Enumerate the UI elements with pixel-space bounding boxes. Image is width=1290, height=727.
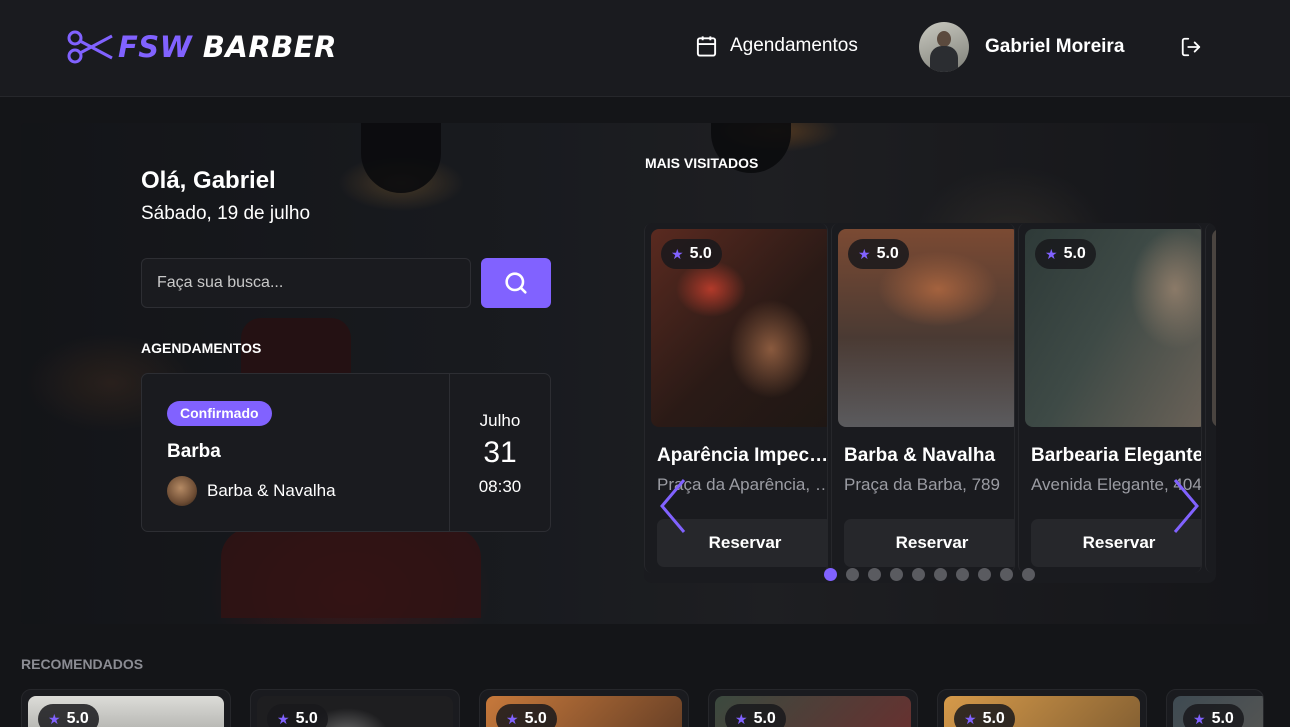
appointment-time: 08:30 xyxy=(478,477,522,496)
recommended-card[interactable]: ★ 5.0 xyxy=(479,689,689,727)
barbershop-image: ★ 5.0 xyxy=(651,229,827,427)
recommended-card[interactable]: ★ 5.0 xyxy=(708,689,918,727)
barbershop-image xyxy=(1212,229,1216,427)
appointment-day: 31 xyxy=(483,436,517,469)
barbershop-name: Barbearia Elegante xyxy=(1031,445,1202,466)
rating-value: 5.0 xyxy=(66,710,89,727)
rating-badge: ★ 5.0 xyxy=(267,704,328,727)
carousel-dot[interactable] xyxy=(890,568,903,581)
barbershop-image: ★ 5.0 xyxy=(838,229,1014,427)
star-icon: ★ xyxy=(858,245,871,262)
carousel-dot[interactable] xyxy=(1000,568,1013,581)
recommended-card[interactable]: ★ 5.0 xyxy=(1166,689,1264,727)
most-visited-title: MAIS VISITADOS xyxy=(645,155,759,171)
rating-value: 5.0 xyxy=(524,710,547,727)
header: FSW BARBER Agendamentos Gabriel Moreira xyxy=(0,0,1290,97)
calendar-icon xyxy=(696,36,717,57)
chevron-right-icon[interactable] xyxy=(1171,478,1201,534)
carousel-dot[interactable] xyxy=(978,568,991,581)
logo[interactable]: FSW BARBER xyxy=(66,28,337,66)
carousel-dot[interactable] xyxy=(824,568,837,581)
status-badge: Confirmado xyxy=(167,401,272,426)
search-button[interactable] xyxy=(481,258,551,308)
star-icon: ★ xyxy=(964,710,977,727)
star-icon: ★ xyxy=(671,245,684,262)
rating-value: 5.0 xyxy=(982,710,1005,727)
user-name: Gabriel Moreira xyxy=(985,36,1125,57)
logout-icon[interactable] xyxy=(1180,36,1202,58)
barbershop-card[interactable]: ★ 5.0 Barba & Navalha Praça da Barba, 789… xyxy=(831,223,1015,573)
carousel-dot[interactable] xyxy=(868,568,881,581)
star-icon: ★ xyxy=(1193,710,1206,727)
barbershop-name: Barba & Navalha xyxy=(844,445,996,466)
carousel-dot[interactable] xyxy=(934,568,947,581)
logo-text: FSW BARBER xyxy=(118,30,337,64)
barbershop-name: Aparência Impecável xyxy=(657,445,828,466)
avatar xyxy=(919,22,969,72)
recommended-title: RECOMENDADOS xyxy=(21,656,144,672)
scissors-icon xyxy=(67,30,113,64)
carousel-dot[interactable] xyxy=(912,568,925,581)
carousel-dot[interactable] xyxy=(1022,568,1035,581)
rating-badge: ★ 5.0 xyxy=(725,704,786,727)
carousel-dot[interactable] xyxy=(956,568,969,581)
barbershop-avatar xyxy=(167,476,197,506)
rating-badge: ★ 5.0 xyxy=(1183,704,1244,727)
star-icon: ★ xyxy=(48,710,61,727)
appointment-shop: Barba & Navalha xyxy=(207,481,336,500)
search-icon xyxy=(505,272,527,294)
rating-value: 5.0 xyxy=(1211,710,1234,727)
most-visited-carousel: ★ 5.0 Aparência Impecável Praça da Aparên… xyxy=(644,223,1216,583)
nav-appointments[interactable]: Agendamentos xyxy=(695,34,858,58)
rating-badge: ★ 5.0 xyxy=(954,704,1015,727)
recommended-card[interactable]: ★ 5.0 xyxy=(937,689,1147,727)
star-icon: ★ xyxy=(277,710,290,727)
current-date: Sábado, 19 de julho xyxy=(141,203,311,224)
rating-badge: ★ 5.0 xyxy=(38,704,99,727)
rating-badge: ★ 5.0 xyxy=(848,239,909,269)
barbershop-address: Praça da Barba, 789 xyxy=(844,475,1000,494)
carousel-pagination xyxy=(824,568,1035,581)
recommended-card[interactable]: ★ 5.0 xyxy=(21,689,231,727)
barbershop-image: ★ 5.0 xyxy=(1025,229,1201,427)
star-icon: ★ xyxy=(1045,245,1058,262)
greeting: Olá, Gabriel xyxy=(141,167,276,194)
appointment-card[interactable]: Confirmado Barba Barba & Navalha Julho 3… xyxy=(141,373,551,532)
recommended-card[interactable]: ★ 5.0 xyxy=(250,689,460,727)
carousel-dot[interactable] xyxy=(846,568,859,581)
appointment-service: Barba xyxy=(167,441,221,462)
appointments-section-title: AGENDAMENTOS xyxy=(141,340,262,356)
rating-value: 5.0 xyxy=(295,710,318,727)
reserve-button[interactable]: Reservar xyxy=(844,519,1014,567)
nav-appointments-label: Agendamentos xyxy=(730,35,858,56)
rating-value: 5.0 xyxy=(753,710,776,727)
search-input[interactable]: Faça sua busca... xyxy=(141,258,471,308)
appointment-month: Julho xyxy=(479,411,521,430)
rating-badge: ★ 5.0 xyxy=(496,704,557,727)
user-menu[interactable]: Gabriel Moreira xyxy=(919,22,1124,72)
rating-badge: ★ 5.0 xyxy=(1035,239,1096,269)
star-icon: ★ xyxy=(506,710,519,727)
rating-badge: ★ 5.0 xyxy=(661,239,722,269)
hero-banner: Olá, Gabriel Sábado, 19 de julho Faça su… xyxy=(21,123,1268,624)
chevron-left-icon[interactable] xyxy=(658,478,688,534)
barbershop-card[interactable] xyxy=(1205,223,1216,573)
star-icon: ★ xyxy=(735,710,748,727)
